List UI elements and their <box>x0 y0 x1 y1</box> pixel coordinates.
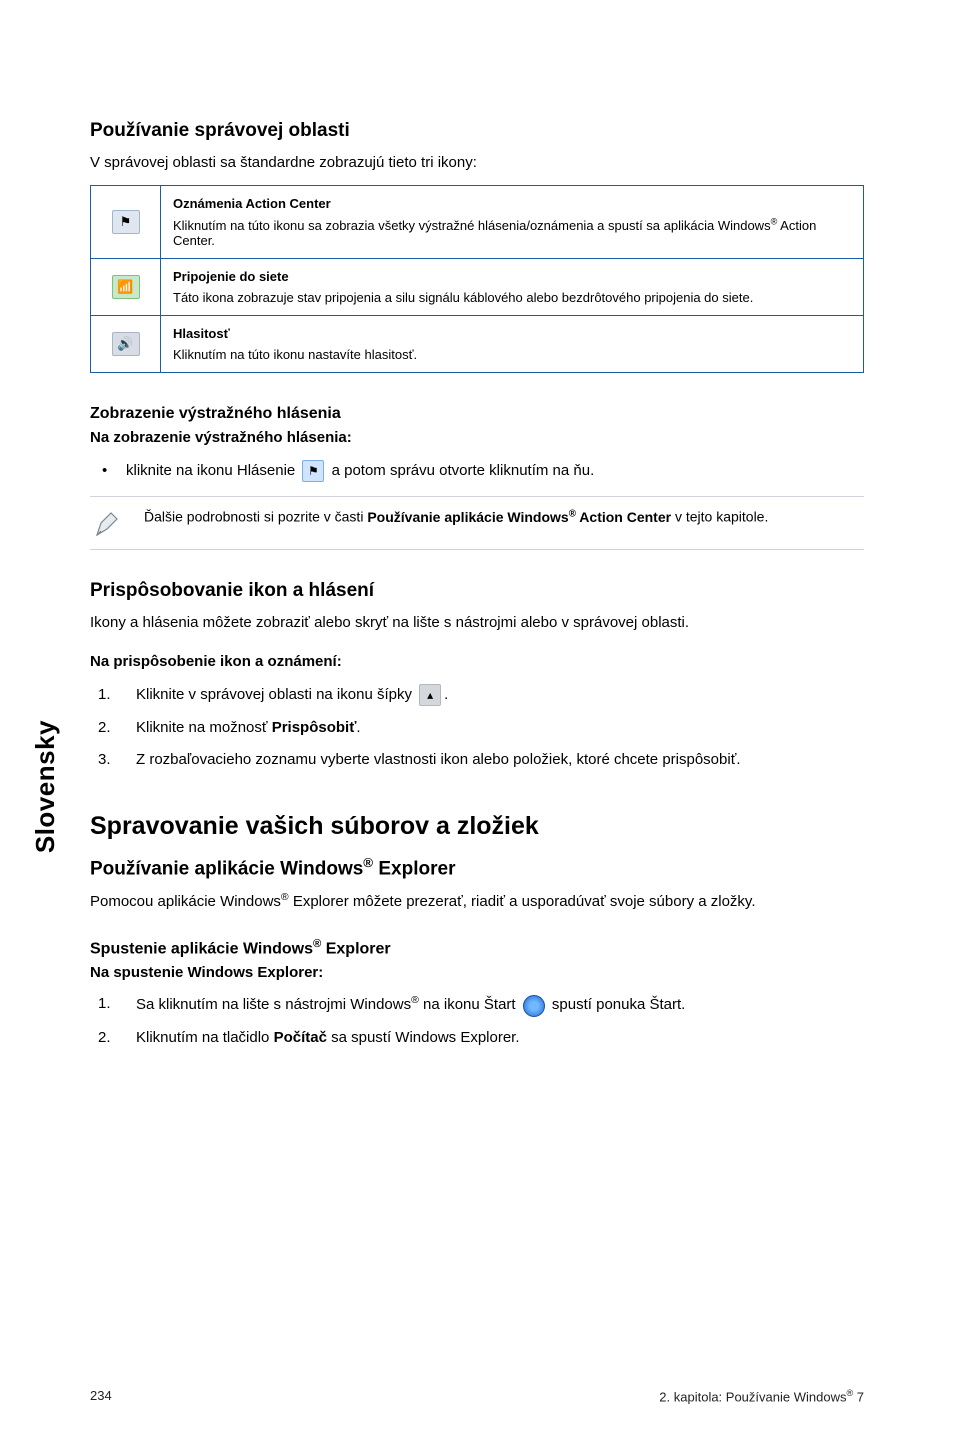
note-pen-icon <box>90 507 126 539</box>
volume-icon: 🔊 <box>112 332 140 356</box>
customize-step: Kliknite na možnosť Prispôsobiť. <box>90 717 864 740</box>
network-icon: 📶 <box>112 275 140 299</box>
row-title: Hlasitosť <box>173 326 851 341</box>
manage-files-heading: Spravovanie vašich súborov a zložiek <box>90 812 864 841</box>
row-desc: Kliknutím na túto ikonu sa zobrazia všet… <box>173 218 816 248</box>
table-row: ⚑ Oznámenia Action Center Kliknutím na t… <box>91 186 864 259</box>
note-text: Ďalšie podrobnosti si pozrite v časti Po… <box>144 507 768 539</box>
section-heading-taskbar-area: Používanie správovej oblasti <box>90 120 864 142</box>
side-language-label: Slovensky <box>30 720 61 853</box>
flag-icon: ⚑ <box>302 460 324 482</box>
warning-step: kliknite na ikonu Hlásenie ⚑ a potom spr… <box>90 458 864 484</box>
explorer-launch-bold: Na spustenie Windows Explorer: <box>90 964 864 981</box>
customize-step: Z rozbaľovacieho zoznamu vyberte vlastno… <box>90 749 864 772</box>
table-row: 📶 Pripojenie do siete Táto ikona zobrazu… <box>91 259 864 316</box>
explorer-heading: Používanie aplikácie Windows® Explorer <box>90 855 864 880</box>
chapter-label: 2. kapitola: Používanie Windows® 7 <box>659 1388 864 1404</box>
customize-bold: Na prispôsobenie ikon a oznámení: <box>90 651 864 672</box>
warning-display-heading: Zobrazenie výstražného hlásenia <box>90 405 864 423</box>
page-number: 234 <box>90 1388 112 1404</box>
explorer-step: Kliknutím na tlačidlo Počítač sa spustí … <box>90 1027 864 1050</box>
row-title: Oznámenia Action Center <box>173 196 851 211</box>
arrow-up-icon: ▴ <box>419 684 441 706</box>
explorer-launch-heading: Spustenie aplikácie Windows® Explorer <box>90 938 864 958</box>
flag-icon: ⚑ <box>112 210 140 234</box>
icons-description-table: ⚑ Oznámenia Action Center Kliknutím na t… <box>90 185 864 373</box>
customize-intro: Ikony a hlásenia môžete zobraziť alebo s… <box>90 612 864 633</box>
warning-display-bold: Na zobrazenie výstražného hlásenia: <box>90 429 864 446</box>
note-block: Ďalšie podrobnosti si pozrite v časti Po… <box>90 496 864 550</box>
row-desc: Kliknutím na túto ikonu nastavíte hlasit… <box>173 347 417 362</box>
windows-start-icon <box>523 995 545 1017</box>
page-footer: 234 2. kapitola: Používanie Windows® 7 <box>90 1388 864 1404</box>
explorer-step: Sa kliknutím na lište s nástrojmi Window… <box>90 993 864 1017</box>
row-title: Pripojenie do siete <box>173 269 851 284</box>
taskbar-intro-text: V správovej oblasti sa štandardne zobraz… <box>90 152 864 173</box>
customize-heading: Prispôsobovanie ikon a hlásení <box>90 580 864 602</box>
row-desc: Táto ikona zobrazuje stav pripojenia a s… <box>173 290 753 305</box>
table-row: 🔊 Hlasitosť Kliknutím na túto ikonu nast… <box>91 316 864 373</box>
explorer-intro: Pomocou aplikácie Windows® Explorer môže… <box>90 890 864 912</box>
customize-step: Kliknite v správovej oblasti na ikonu ší… <box>90 684 864 707</box>
